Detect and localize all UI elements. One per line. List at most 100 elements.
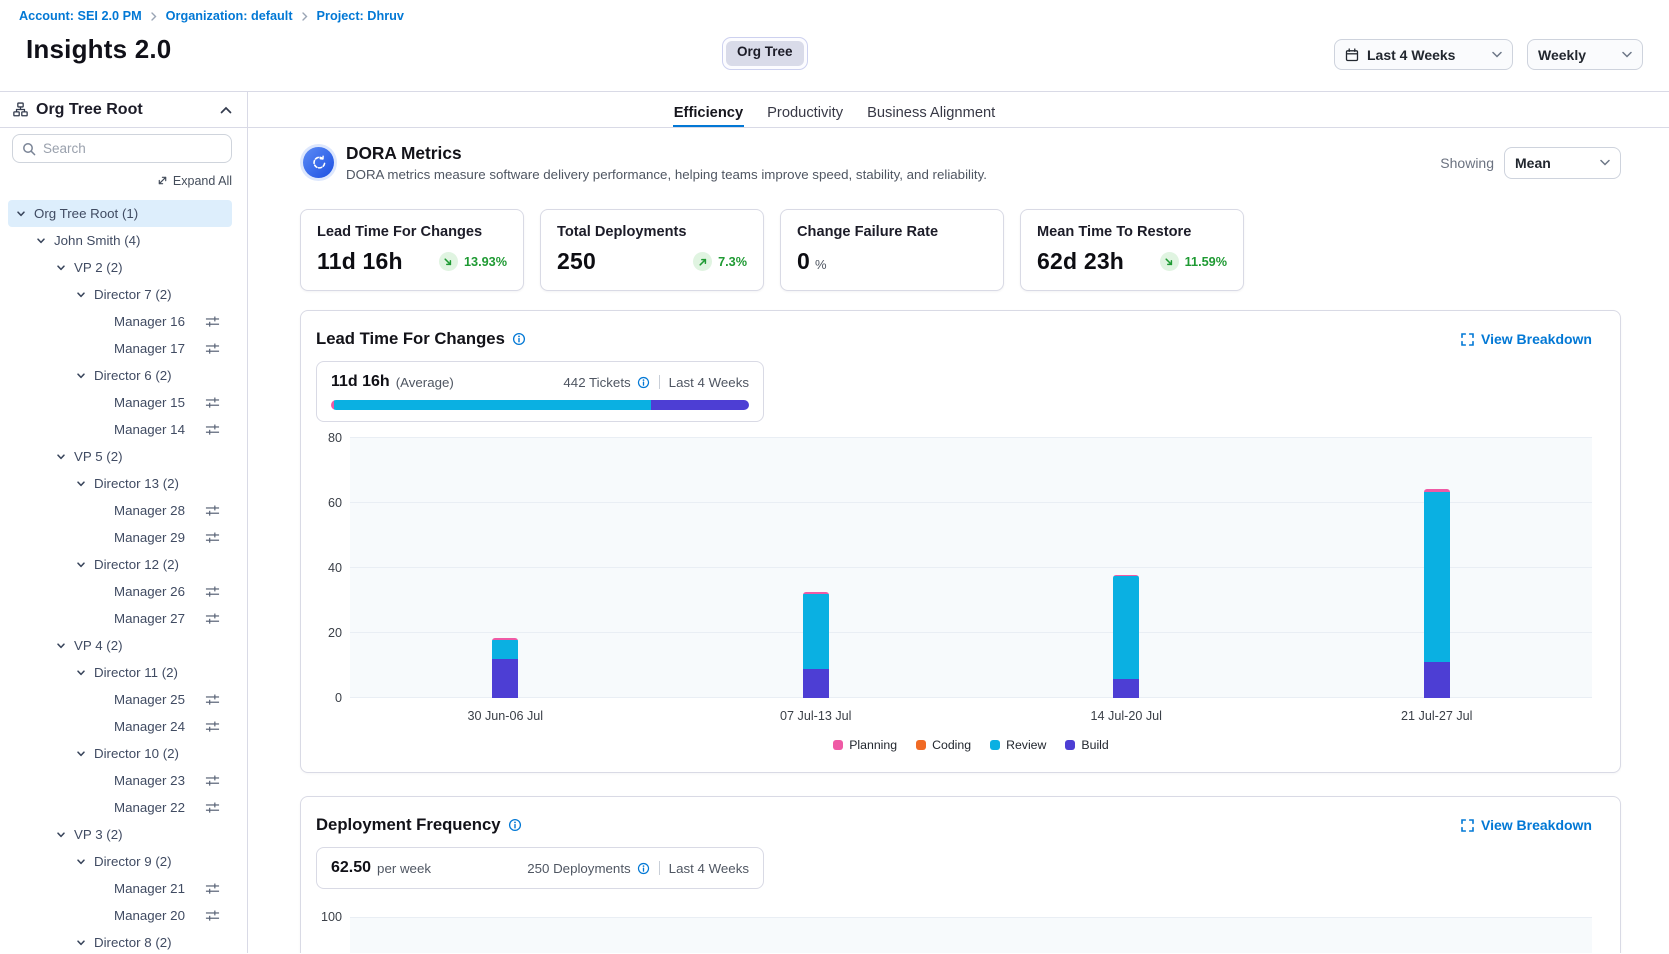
metric-card-value-row: 11d 16h13.93% bbox=[317, 248, 507, 275]
chart-legend: Planning Coding Review Build bbox=[350, 738, 1592, 752]
tree-item-vp-4-2[interactable]: VP 4 (2) bbox=[8, 632, 232, 659]
tree-item-director-11-2[interactable]: Director 11 (2) bbox=[8, 659, 232, 686]
org-tree: Org Tree Root (1)John Smith (4)VP 2 (2)D… bbox=[0, 193, 247, 953]
sliders-icon[interactable] bbox=[205, 693, 220, 706]
sidebar-tools: Expand All bbox=[0, 128, 247, 189]
tree-item-manager-17[interactable]: Manager 17 bbox=[8, 335, 232, 362]
chevron-down-icon[interactable] bbox=[76, 371, 86, 381]
metric-card-value-row: 2507.3% bbox=[557, 248, 747, 275]
sliders-icon[interactable] bbox=[205, 342, 220, 355]
info-icon[interactable] bbox=[637, 862, 650, 875]
search-box[interactable] bbox=[12, 134, 232, 163]
sliders-icon[interactable] bbox=[205, 315, 220, 328]
tree-item-manager-15[interactable]: Manager 15 bbox=[8, 389, 232, 416]
tree-item-manager-14[interactable]: Manager 14 bbox=[8, 416, 232, 443]
sliders-icon[interactable] bbox=[205, 396, 220, 409]
lead-time-section-title: Lead Time For Changes bbox=[316, 329, 505, 349]
breadcrumb-project-link[interactable]: Project: Dhruv bbox=[317, 9, 404, 23]
info-icon[interactable] bbox=[508, 818, 522, 832]
info-icon[interactable] bbox=[637, 376, 650, 389]
tree-item-manager-27[interactable]: Manager 27 bbox=[8, 605, 232, 632]
tree-item-john-smith-4[interactable]: John Smith (4) bbox=[8, 227, 232, 254]
org-tree-toggle-button[interactable]: Org Tree bbox=[722, 37, 808, 70]
page-title: Insights 2.0 bbox=[26, 34, 171, 65]
tree-item-director-7-2[interactable]: Director 7 (2) bbox=[8, 281, 232, 308]
legend-item-build[interactable]: Build bbox=[1065, 738, 1108, 752]
dora-metric-cards: Lead Time For Changes11d 16h13.93%Total … bbox=[300, 209, 1621, 291]
chevron-down-icon[interactable] bbox=[56, 263, 66, 273]
tab-business-alignment[interactable]: Business Alignment bbox=[866, 92, 996, 127]
tree-item-manager-22[interactable]: Manager 22 bbox=[8, 794, 232, 821]
y-axis-tick: 60 bbox=[328, 496, 342, 510]
sliders-icon[interactable] bbox=[205, 882, 220, 895]
chevron-down-icon[interactable] bbox=[56, 452, 66, 462]
tree-item-manager-21[interactable]: Manager 21 bbox=[8, 875, 232, 902]
tree-item-director-9-2[interactable]: Director 9 (2) bbox=[8, 848, 232, 875]
sliders-icon[interactable] bbox=[205, 423, 220, 436]
tree-item-director-13-2[interactable]: Director 13 (2) bbox=[8, 470, 232, 497]
sliders-icon[interactable] bbox=[205, 720, 220, 733]
org-tree-sidebar: Org Tree Root Expand All Org Tree Root (… bbox=[0, 92, 248, 953]
chevron-down-icon[interactable] bbox=[76, 668, 86, 678]
date-range-select[interactable]: Last 4 Weeks bbox=[1334, 39, 1513, 70]
tree-item-manager-24[interactable]: Manager 24 bbox=[8, 713, 232, 740]
tree-item-vp-3-2[interactable]: VP 3 (2) bbox=[8, 821, 232, 848]
legend-item-coding[interactable]: Coding bbox=[916, 738, 971, 752]
info-icon[interactable] bbox=[512, 332, 526, 346]
bar-segment-build bbox=[1113, 679, 1139, 699]
tree-item-director-8-2[interactable]: Director 8 (2) bbox=[8, 929, 232, 953]
sliders-icon[interactable] bbox=[205, 585, 220, 598]
lead-time-view-breakdown-link[interactable]: View Breakdown bbox=[1461, 331, 1592, 347]
chevron-down-icon[interactable] bbox=[76, 857, 86, 867]
chevron-down-icon[interactable] bbox=[76, 290, 86, 300]
search-input[interactable] bbox=[43, 141, 222, 156]
dora-title: DORA Metrics bbox=[346, 143, 987, 164]
tree-item-label: Manager 25 bbox=[114, 692, 185, 707]
expand-all-button[interactable]: Expand All bbox=[157, 172, 232, 189]
tree-item-vp-5-2[interactable]: VP 5 (2) bbox=[8, 443, 232, 470]
chevron-down-icon[interactable] bbox=[76, 749, 86, 759]
breadcrumb-organization-link[interactable]: Organization: default bbox=[166, 9, 293, 23]
sliders-icon[interactable] bbox=[205, 774, 220, 787]
trend-up-arrow-icon bbox=[693, 252, 712, 271]
tree-item-manager-26[interactable]: Manager 26 bbox=[8, 578, 232, 605]
sliders-icon[interactable] bbox=[205, 531, 220, 544]
sliders-icon[interactable] bbox=[205, 504, 220, 517]
metric-card-value-row: 62d 23h11.59% bbox=[1037, 248, 1227, 275]
showing-mean-select[interactable]: Mean bbox=[1504, 147, 1621, 179]
tree-item-director-10-2[interactable]: Director 10 (2) bbox=[8, 740, 232, 767]
tree-item-manager-28[interactable]: Manager 28 bbox=[8, 497, 232, 524]
legend-item-review[interactable]: Review bbox=[990, 738, 1046, 752]
sliders-icon[interactable] bbox=[205, 612, 220, 625]
tree-item-label: Manager 24 bbox=[114, 719, 185, 734]
y-axis: 020406080 bbox=[316, 438, 350, 698]
breadcrumb-account-link[interactable]: Account: SEI 2.0 PM bbox=[19, 9, 142, 23]
tree-item-manager-29[interactable]: Manager 29 bbox=[8, 524, 232, 551]
tree-item-label: Director 6 (2) bbox=[94, 368, 172, 383]
tab-efficiency[interactable]: Efficiency bbox=[673, 92, 744, 127]
chevron-down-icon[interactable] bbox=[56, 641, 66, 651]
granularity-select[interactable]: Weekly bbox=[1527, 39, 1643, 70]
chevron-down-icon[interactable] bbox=[16, 209, 26, 219]
tree-item-manager-23[interactable]: Manager 23 bbox=[8, 767, 232, 794]
x-axis-label: 30 Jun-06 Jul bbox=[350, 709, 661, 723]
chevron-down-icon[interactable] bbox=[56, 830, 66, 840]
sliders-icon[interactable] bbox=[205, 909, 220, 922]
deployment-view-breakdown-link[interactable]: View Breakdown bbox=[1461, 817, 1592, 833]
metric-card-title: Total Deployments bbox=[557, 224, 747, 240]
legend-item-planning[interactable]: Planning bbox=[833, 738, 897, 752]
chevron-down-icon[interactable] bbox=[76, 938, 86, 948]
tab-productivity[interactable]: Productivity bbox=[766, 92, 844, 127]
tree-item-director-6-2[interactable]: Director 6 (2) bbox=[8, 362, 232, 389]
tree-item-manager-25[interactable]: Manager 25 bbox=[8, 686, 232, 713]
tree-item-manager-20[interactable]: Manager 20 bbox=[8, 902, 232, 929]
tree-item-director-12-2[interactable]: Director 12 (2) bbox=[8, 551, 232, 578]
tree-item-manager-16[interactable]: Manager 16 bbox=[8, 308, 232, 335]
chevron-down-icon[interactable] bbox=[76, 560, 86, 570]
chevron-down-icon[interactable] bbox=[36, 236, 46, 246]
sidebar-collapse-button[interactable] bbox=[218, 104, 234, 116]
tree-item-vp-2-2[interactable]: VP 2 (2) bbox=[8, 254, 232, 281]
tree-item-org-tree-root-1[interactable]: Org Tree Root (1) bbox=[8, 200, 232, 227]
chevron-down-icon[interactable] bbox=[76, 479, 86, 489]
sliders-icon[interactable] bbox=[205, 801, 220, 814]
